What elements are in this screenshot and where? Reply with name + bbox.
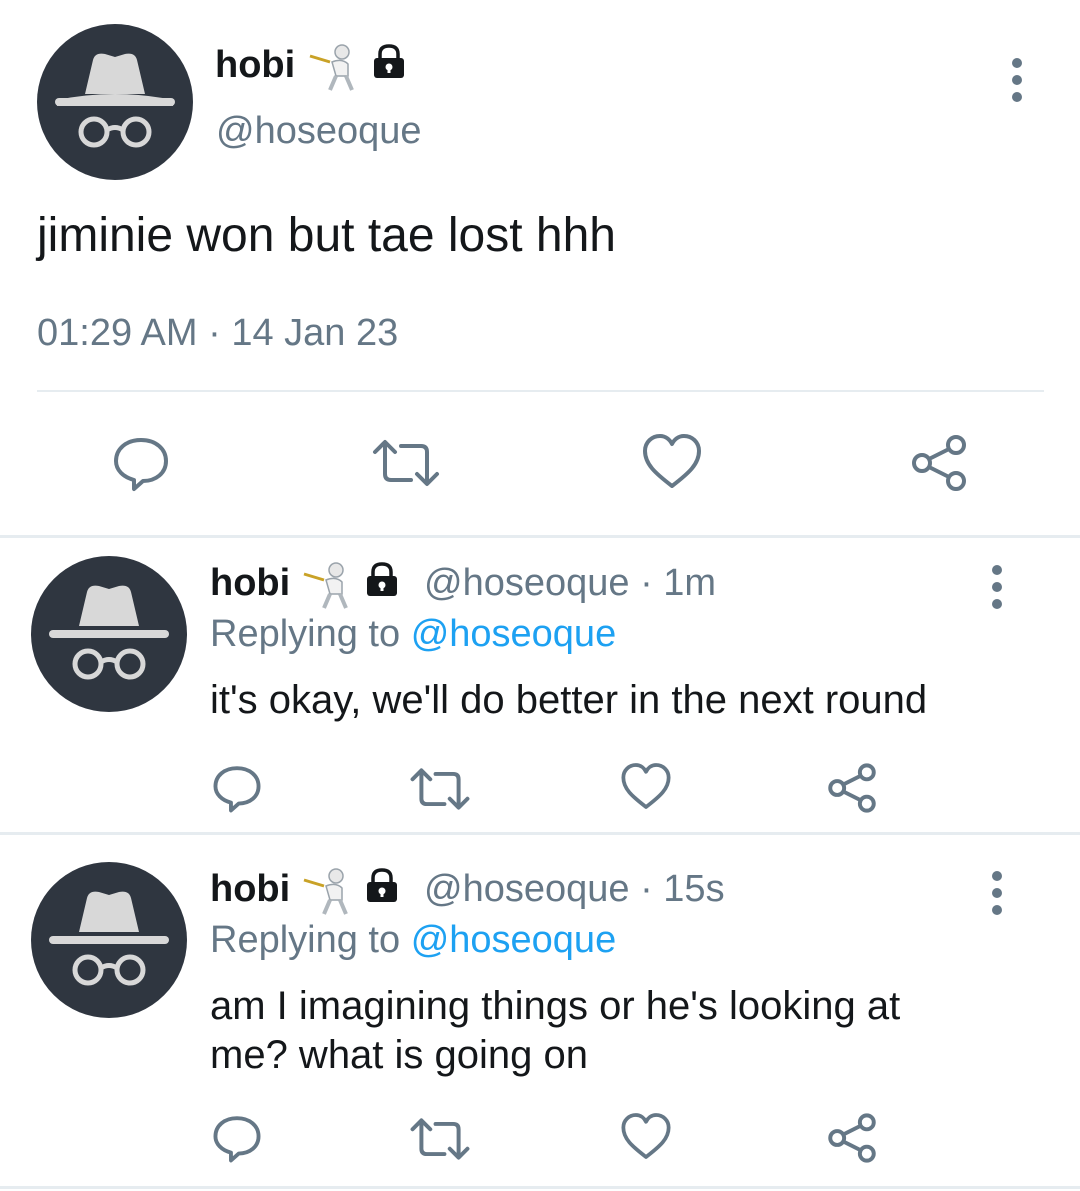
main-tweet-time: 01:29 AM: [37, 312, 198, 354]
heart-icon: [621, 1113, 671, 1159]
lock-icon: [362, 866, 402, 911]
reply-reply-button[interactable]: [212, 763, 262, 813]
reply-more-icon[interactable]: [987, 871, 1007, 922]
lock-icon: [369, 42, 409, 87]
reply-handle-and-age: @hoseoque · 15s: [424, 868, 725, 911]
share-icon: [912, 435, 966, 491]
incognito-icon: [49, 585, 169, 680]
retweet-icon: [373, 440, 439, 486]
main-tweet-date: 14 Jan 23: [231, 312, 399, 354]
main-tweet-handle[interactable]: @hoseoque: [216, 110, 422, 153]
handle-separator: ·: [640, 868, 653, 910]
section-divider: [0, 832, 1080, 835]
reply-avatar[interactable]: [31, 862, 187, 1018]
fencer-emoji-icon: [306, 42, 362, 97]
fencer-emoji-icon: [300, 866, 356, 921]
reply-retweet-button[interactable]: [409, 1115, 471, 1163]
reply-text-line-2: me? what is going on: [210, 1033, 589, 1077]
timestamp-separator: ·: [208, 312, 221, 354]
main-tweet-more-icon[interactable]: [1007, 58, 1027, 109]
replying-to-link[interactable]: @hoseoque: [411, 919, 617, 961]
reply-reply-button[interactable]: [212, 1113, 262, 1163]
retweet-icon: [410, 768, 470, 810]
share-icon: [828, 1113, 876, 1163]
fencer-emoji-icon: [300, 560, 356, 615]
reply-like-button[interactable]: [620, 761, 672, 811]
main-reply-button[interactable]: [112, 434, 170, 492]
replying-to-line: Replying to @hoseoque: [210, 613, 616, 656]
reply-age: 1m: [663, 562, 717, 604]
reply-age: 15s: [663, 868, 725, 910]
reply-share-button[interactable]: [825, 761, 879, 815]
replying-to-line: Replying to @hoseoque: [210, 919, 616, 962]
main-tweet-display-name[interactable]: hobi: [215, 44, 295, 87]
retweet-icon: [410, 1118, 470, 1160]
main-retweet-button[interactable]: [371, 436, 441, 490]
heart-icon: [643, 434, 701, 488]
handle-separator: ·: [640, 562, 653, 604]
reply-display-name[interactable]: hobi: [210, 868, 290, 911]
replying-to-label: Replying to: [210, 919, 401, 961]
lock-icon: [362, 560, 402, 605]
share-icon: [828, 763, 876, 813]
main-like-button[interactable]: [641, 432, 703, 490]
reply-more-icon[interactable]: [987, 565, 1007, 616]
reply-text-line-1: am I imagining things or he's looking at: [210, 984, 901, 1028]
main-tweet-timestamp: 01:29 AM · 14 Jan 23: [37, 312, 398, 355]
incognito-icon: [49, 891, 169, 986]
heart-icon: [621, 763, 671, 809]
reply-text: it's okay, we'll do better in the next r…: [210, 678, 928, 722]
reply-handle[interactable]: @hoseoque: [424, 868, 630, 910]
reply-avatar[interactable]: [31, 556, 187, 712]
incognito-icon: [55, 53, 175, 148]
bottom-divider: [0, 1186, 1080, 1189]
main-tweet-text: jiminie won but tae lost hhh: [37, 209, 616, 262]
replying-to-label: Replying to: [210, 613, 401, 655]
reply-icon: [213, 1116, 261, 1163]
reply-display-name[interactable]: hobi: [210, 562, 290, 605]
replying-to-link[interactable]: @hoseoque: [411, 613, 617, 655]
main-tweet-divider: [37, 390, 1044, 392]
reply-handle-and-age: @hoseoque · 1m: [424, 562, 716, 605]
reply-icon: [114, 438, 168, 491]
reply-icon: [213, 766, 261, 813]
section-divider: [0, 535, 1080, 538]
reply-share-button[interactable]: [825, 1111, 879, 1165]
reply-handle[interactable]: @hoseoque: [424, 562, 630, 604]
main-share-button[interactable]: [908, 432, 970, 494]
reply-retweet-button[interactable]: [409, 765, 471, 813]
reply-like-button[interactable]: [620, 1111, 672, 1161]
main-tweet-avatar[interactable]: [37, 24, 193, 180]
